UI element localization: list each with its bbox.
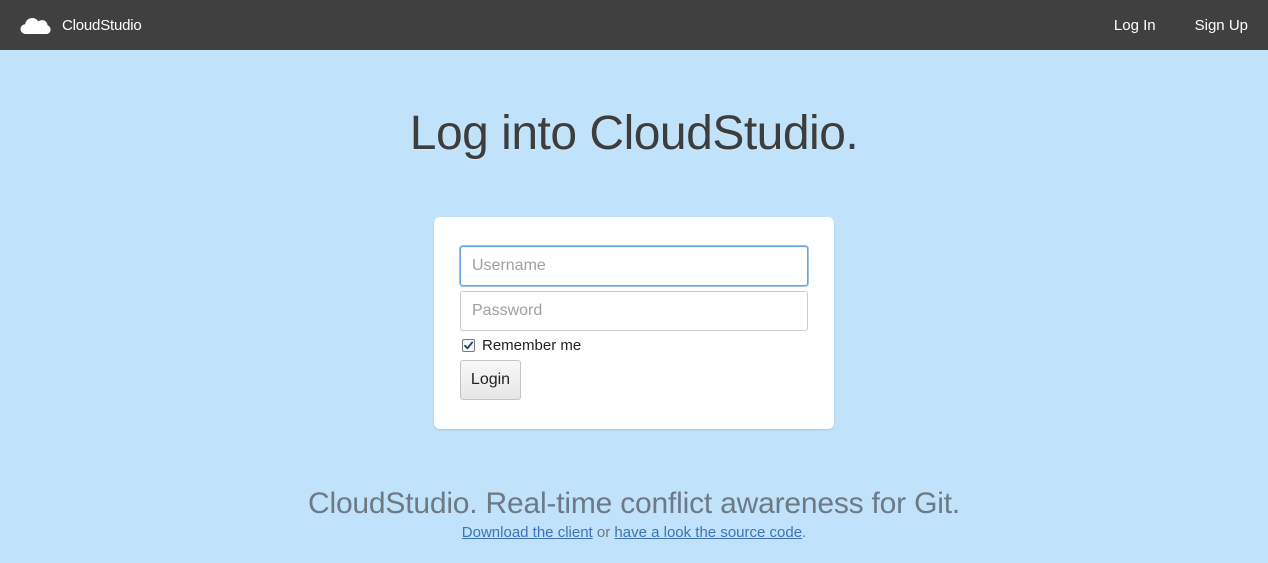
tagline: CloudStudio. Real-time conflict awarenes… (308, 487, 960, 520)
footer-links: Download the client or have a look the s… (0, 524, 1268, 541)
source-code-link[interactable]: have a look the source code (614, 524, 802, 541)
login-button[interactable]: Login (460, 360, 521, 400)
nav-links: Log In Sign Up (1114, 0, 1248, 50)
remember-me[interactable]: Remember me (462, 336, 582, 354)
password-input[interactable] (460, 291, 808, 331)
nav-login-link[interactable]: Log In (1114, 17, 1156, 34)
footer-separator: or (596, 524, 611, 541)
top-navbar: CloudStudio Log In Sign Up (0, 0, 1268, 50)
username-input[interactable] (460, 246, 808, 286)
login-card: Remember me Login (434, 217, 834, 429)
brand-name: CloudStudio (62, 16, 142, 34)
footer-period: . (802, 524, 807, 541)
checkmark-icon (464, 341, 474, 349)
remember-me-label: Remember me (482, 336, 582, 354)
page-title: Log into CloudStudio. (409, 107, 859, 160)
download-client-link[interactable]: Download the client (462, 524, 593, 541)
cloud-icon (20, 15, 51, 35)
nav-signup-link[interactable]: Sign Up (1195, 17, 1248, 34)
remember-me-checkbox[interactable] (462, 338, 475, 352)
brand-link[interactable]: CloudStudio (20, 0, 142, 50)
